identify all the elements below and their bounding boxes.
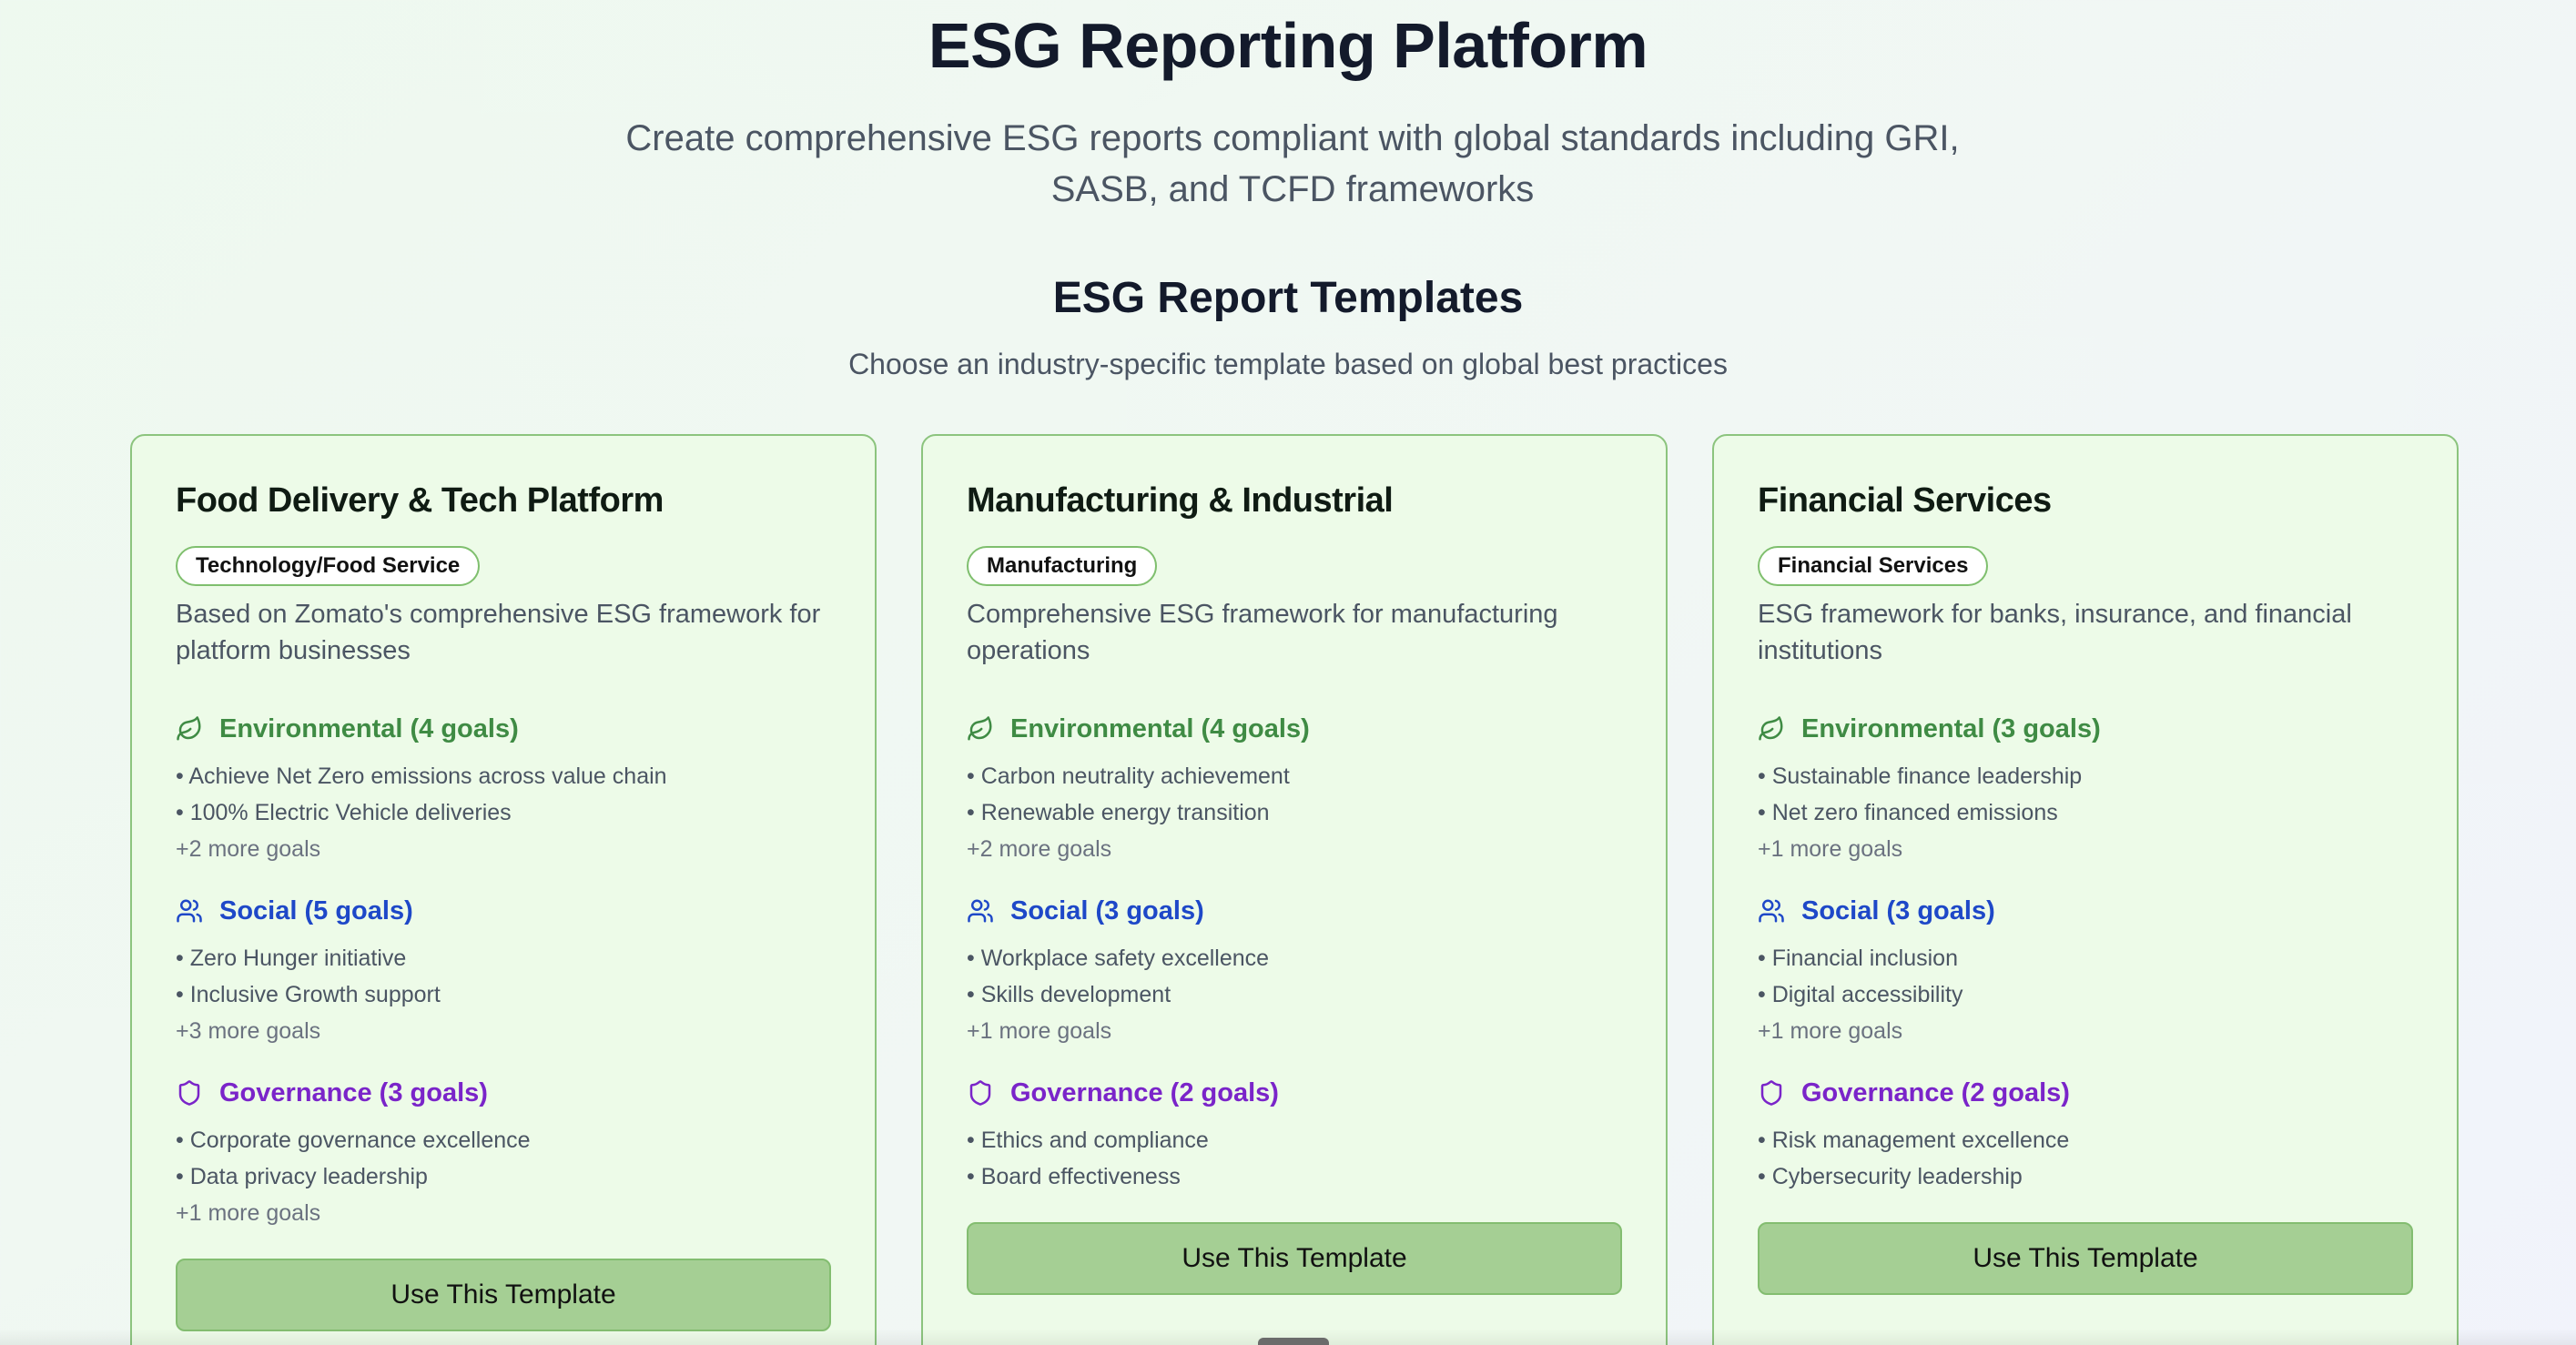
industry-badge: Financial Services [1758,546,1989,586]
section-subtitle: Choose an industry-specific template bas… [848,348,1728,380]
goal-item: • Achieve Net Zero emissions across valu… [176,764,667,789]
goal-item: • Financial inclusion [1758,946,1958,971]
governance-label: Governance (2 goals) [1010,1077,1279,1107]
goal-item: • Board effectiveness [967,1164,1181,1189]
use-template-button[interactable]: Use This Template [1758,1222,2413,1295]
more-goals: +1 more goals [967,1018,1112,1044]
social-section: Social (5 goals) • Zero Hunger initiativ… [176,893,831,1049]
environmental-section: Environmental (3 goals) • Sustainable fi… [1758,711,2413,867]
card-description: Based on Zomato's comprehensive ESG fram… [176,600,821,665]
more-goals: +2 more goals [176,836,321,862]
environmental-section: Environmental (4 goals) • Achieve Net Ze… [176,711,831,867]
goal-item: • Sustainable finance leadership [1758,764,2083,789]
governance-label: Governance (2 goals) [1801,1077,2070,1107]
governance-label: Governance (3 goals) [219,1077,488,1107]
social-label: Social (3 goals) [1010,895,1204,925]
users-icon [1758,897,1785,925]
social-label: Social (3 goals) [1801,895,1995,925]
section-title: ESG Report Templates [1052,274,1524,322]
more-goals: +1 more goals [1758,836,1903,862]
shield-icon [176,1079,203,1107]
card-title: Manufacturing & Industrial [967,481,1394,520]
shield-icon [1758,1079,1785,1107]
leaf-icon [1758,715,1785,743]
more-goals: +3 more goals [176,1018,321,1044]
card-title: Financial Services [1758,481,2052,520]
template-card-financial-services: Financial Services Financial Services ES… [1712,434,2459,1345]
goal-item: • Zero Hunger initiative [176,946,407,971]
goal-item: • Digital accessibility [1758,982,1963,1007]
more-goals: +2 more goals [967,836,1112,862]
industry-badge: Technology/Food Service [176,546,481,586]
goal-item: • Workplace safety excellence [967,946,1270,971]
shield-icon [967,1079,994,1107]
environmental-label: Environmental (3 goals) [1801,713,2101,743]
governance-section: Governance (3 goals) • Corporate governa… [176,1075,831,1231]
environmental-label: Environmental (4 goals) [219,713,519,743]
page-title: ESG Reporting Platform [928,10,1648,81]
governance-section: Governance (2 goals) • Ethics and compli… [967,1075,1622,1195]
users-icon [176,897,203,925]
use-template-button[interactable]: Use This Template [967,1222,1622,1295]
goal-item: • Inclusive Growth support [176,982,441,1007]
goal-item: • Data privacy leadership [176,1164,428,1189]
industry-badge: Manufacturing [967,546,1158,586]
social-label: Social (5 goals) [219,895,413,925]
goal-item: • Risk management excellence [1758,1128,2070,1153]
goal-item: • Cybersecurity leadership [1758,1164,2023,1189]
users-icon [967,897,994,925]
card-description: ESG framework for banks, insurance, and … [1758,600,2352,665]
governance-section: Governance (2 goals) • Risk management e… [1758,1075,2413,1195]
use-template-button[interactable]: Use This Template [176,1259,831,1331]
goal-item: • Renewable energy transition [967,800,1270,825]
page-subtitle: Create comprehensive ESG reports complia… [625,118,1960,209]
goal-item: • Corporate governance excellence [176,1128,531,1153]
social-section: Social (3 goals) • Workplace safety exce… [967,893,1622,1049]
template-card-manufacturing: Manufacturing & Industrial Manufacturing… [921,434,1668,1345]
goal-item: • Ethics and compliance [967,1128,1209,1153]
template-card-food-delivery: Food Delivery & Tech Platform Technology… [130,434,877,1345]
goal-item: • Carbon neutrality achievement [967,764,1290,789]
card-title: Food Delivery & Tech Platform [176,481,664,520]
goal-item: • Net zero financed emissions [1758,800,2058,825]
environmental-label: Environmental (4 goals) [1010,713,1310,743]
more-goals: +1 more goals [176,1200,321,1226]
card-description: Comprehensive ESG framework for manufact… [967,600,1558,665]
scroll-handle[interactable] [1258,1338,1329,1345]
goal-item: • Skills development [967,982,1171,1007]
leaf-icon [967,715,994,743]
environmental-section: Environmental (4 goals) • Carbon neutral… [967,711,1622,867]
more-goals: +1 more goals [1758,1018,1903,1044]
social-section: Social (3 goals) • Financial inclusion •… [1758,893,2413,1049]
goal-item: • 100% Electric Vehicle deliveries [176,800,512,825]
leaf-icon [176,715,203,743]
